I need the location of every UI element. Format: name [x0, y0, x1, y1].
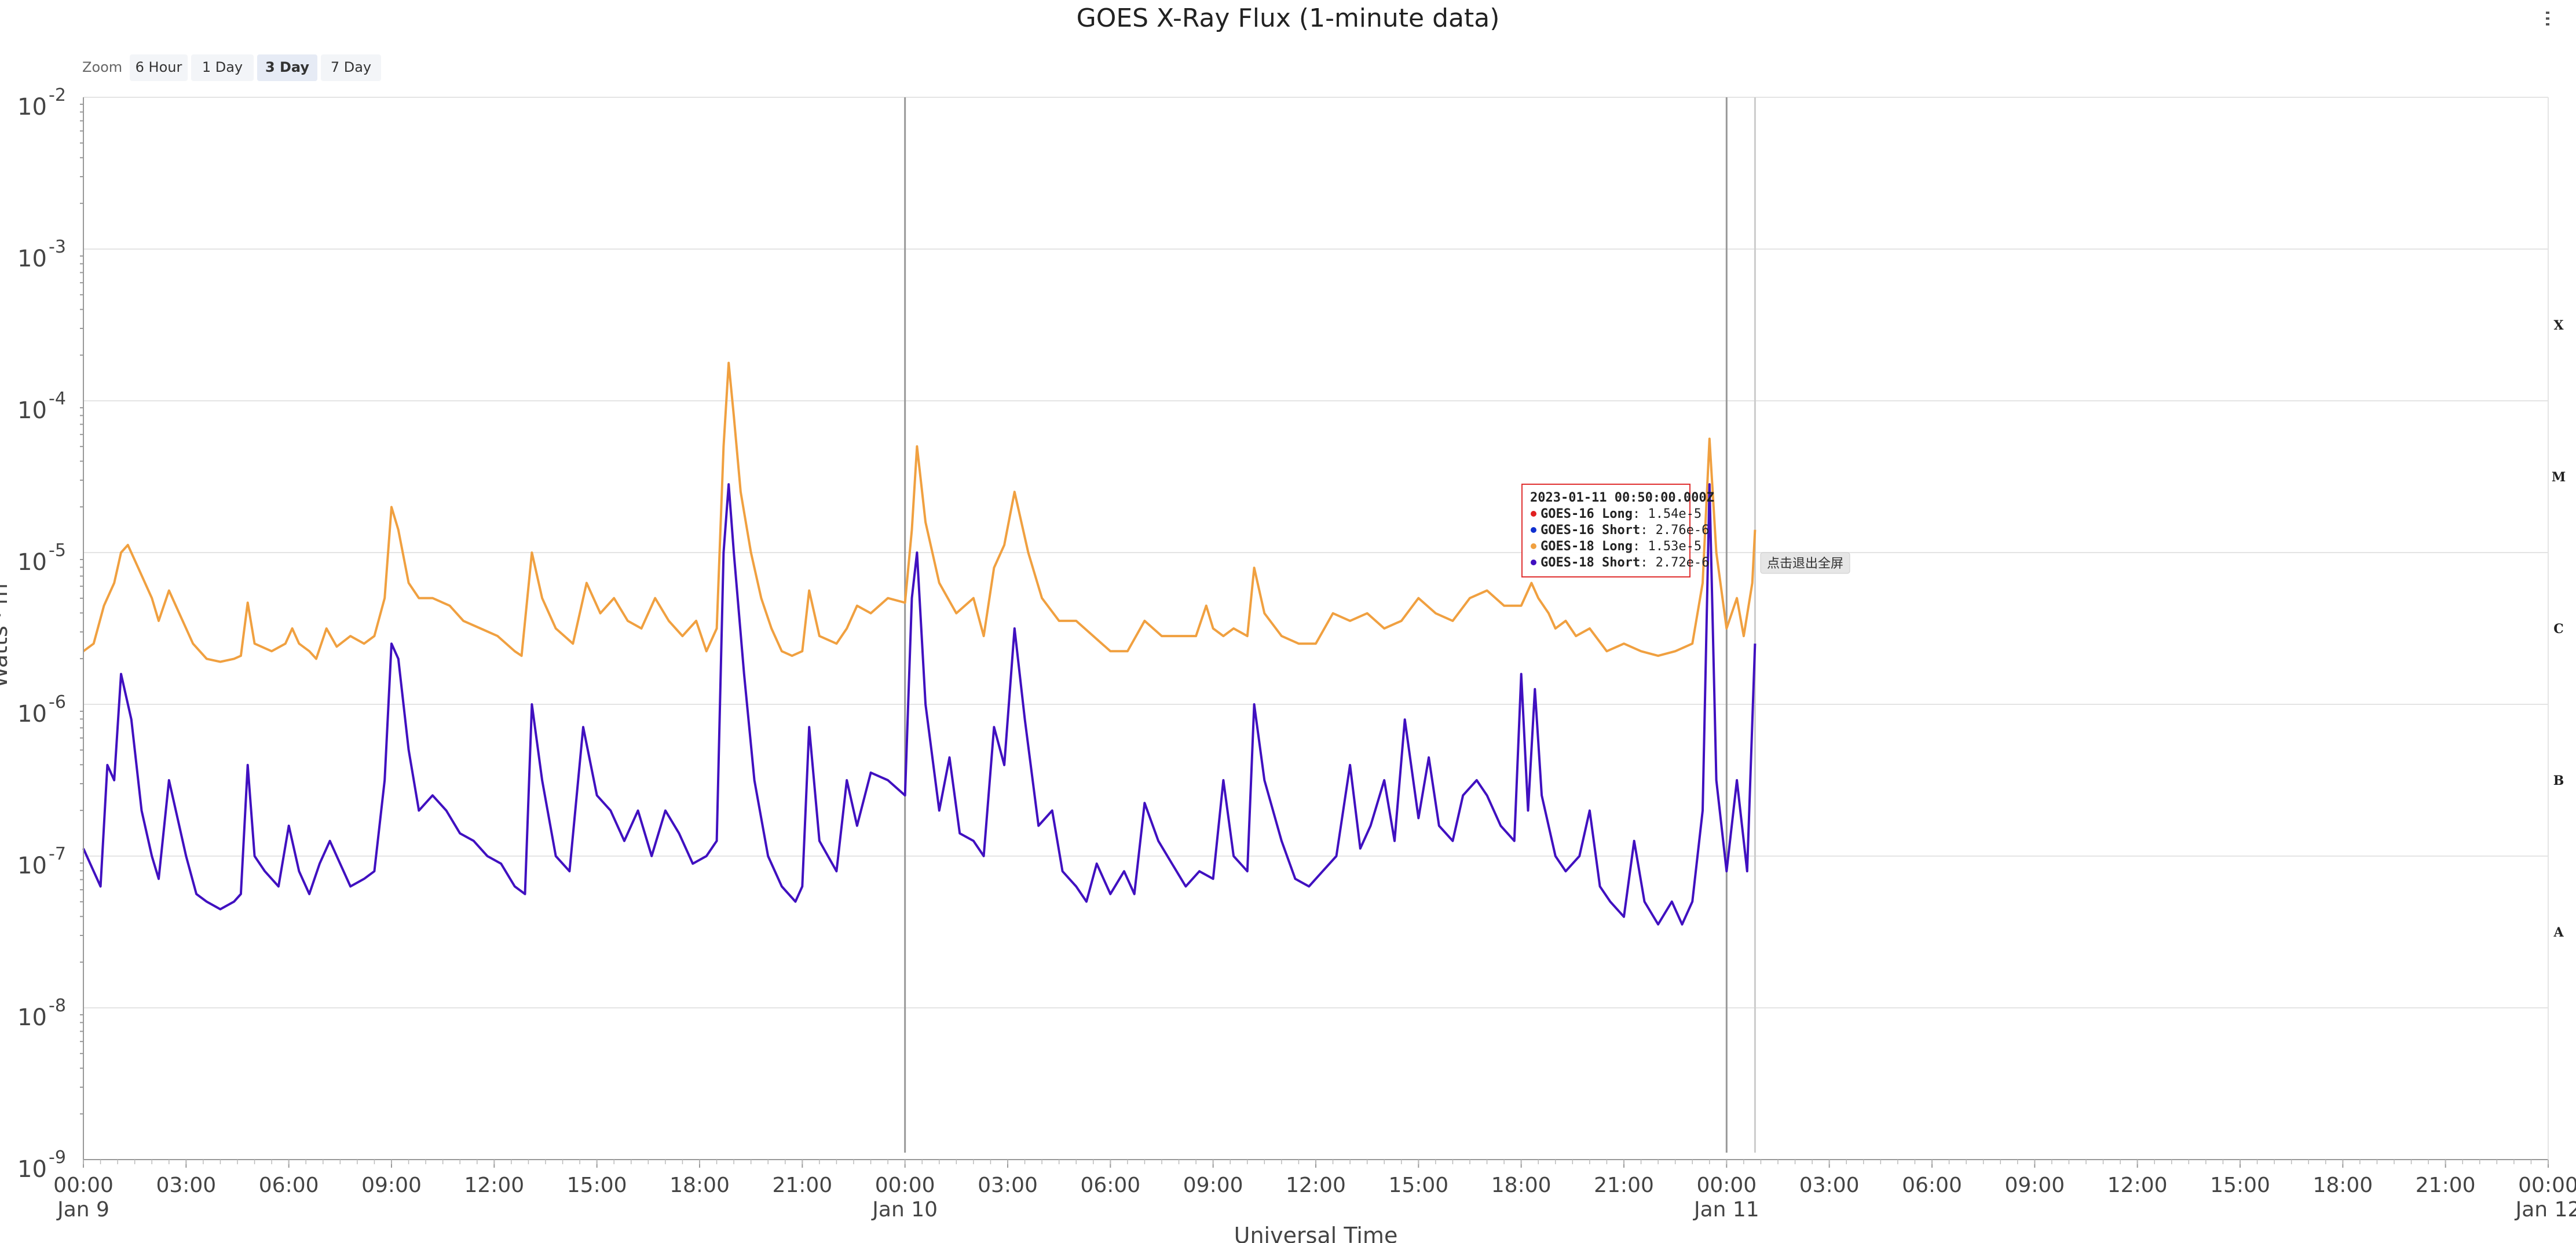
y-tick-label: 10 -3 [17, 237, 66, 272]
flare-class-c: C [2553, 622, 2564, 637]
x-tick-time: 03:00 [978, 1173, 1038, 1197]
zoom-button-1-day[interactable]: 1 Day [191, 54, 254, 81]
x-tick-time: 00:00 [53, 1173, 114, 1197]
x-tick-time: 00:00 [1696, 1173, 1757, 1197]
svg-text:-7: -7 [49, 844, 66, 864]
svg-text:-4: -4 [49, 389, 66, 409]
svg-text:-5: -5 [49, 540, 66, 561]
x-tick-date: Jan 10 [871, 1198, 938, 1222]
x-tick-time: 09:00 [361, 1173, 422, 1197]
exit-fullscreen-label: 点击退出全屏 [1767, 557, 1843, 571]
x-tick-time: 18:00 [669, 1173, 730, 1197]
x-tick-time: 21:00 [2416, 1173, 2476, 1197]
zoom-button-label: 6 Hour [136, 59, 182, 75]
exit-fullscreen-button[interactable]: 点击退出全屏 [1760, 552, 1850, 574]
menu-icon[interactable] [2546, 12, 2549, 25]
x-tick-time: 00:00 [875, 1173, 935, 1197]
x-axis-title: Universal Time [1234, 1223, 1398, 1243]
y-tick-label: 10 -6 [17, 692, 66, 727]
svg-text:10: 10 [17, 94, 47, 120]
svg-text:-6: -6 [49, 692, 66, 712]
svg-text:-9: -9 [49, 1147, 66, 1168]
tooltip-legend-dot [1531, 527, 1536, 533]
x-tick-time: 06:00 [1902, 1173, 1962, 1197]
tooltip-title: 2023-01-11 00:50:00.000Z [1530, 491, 1714, 505]
svg-text:10: 10 [17, 1004, 47, 1031]
x-tick-time: 06:00 [1080, 1173, 1140, 1197]
zoom-button-label: 1 Day [202, 59, 243, 75]
chart-tooltip: 2023-01-11 00:50:00.000Z GOES-16 Long: 1.… [1521, 484, 1714, 577]
tooltip-legend-dot [1531, 511, 1536, 517]
tooltip-entry: GOES-16 Short: 2.76e-6 [1541, 523, 1709, 538]
zoom-label: Zoom [82, 59, 122, 75]
x-tick-time: 12:00 [464, 1173, 524, 1197]
svg-text:10: 10 [17, 397, 47, 424]
x-tick-time: 12:00 [1286, 1173, 1346, 1197]
tooltip-legend-dot [1531, 560, 1536, 565]
y-tick-label: 10 -5 [17, 540, 66, 576]
x-tick-time: 03:00 [1799, 1173, 1860, 1197]
x-tick-date: Jan 9 [56, 1198, 109, 1222]
chart-title: GOES X-Ray Flux (1-minute data) [1077, 3, 1500, 33]
flare-class-x: X [2553, 318, 2564, 333]
zoom-button-label: 3 Day [265, 59, 309, 75]
y-tick-label: 10 -2 [17, 85, 66, 120]
x-tick-time: 18:00 [1491, 1173, 1552, 1197]
x-tick-date: Jan 12 [2515, 1198, 2576, 1222]
series-line-goes-18-long [82, 361, 1757, 663]
svg-text:-8: -8 [49, 996, 66, 1016]
x-tick-time: 06:00 [259, 1173, 319, 1197]
x-tick-date: Jan 11 [1693, 1198, 1759, 1222]
x-tick-time: 15:00 [1388, 1173, 1448, 1197]
svg-text:-2: -2 [49, 85, 66, 105]
x-tick-time: 21:00 [772, 1173, 832, 1197]
y-axis-title: Watts · m⁻² [0, 563, 12, 689]
flare-class-b: B [2553, 773, 2564, 788]
tooltip-entry: GOES-16 Long: 1.54e-5 [1541, 507, 1702, 521]
zoom-button-3-day[interactable]: 3 Day [257, 54, 317, 81]
xray-flux-chart: GOES X-Ray Flux (1-minute data) Zoom 6 H… [0, 3, 2576, 1243]
svg-text:10: 10 [17, 701, 47, 727]
x-tick-time: 15:00 [567, 1173, 627, 1197]
zoom-button-6-hour[interactable]: 6 Hour [130, 54, 188, 81]
zoom-button-label: 7 Day [331, 59, 371, 75]
svg-text:-3: -3 [49, 237, 66, 257]
y-tick-label: 10 -8 [17, 996, 66, 1031]
svg-text:10: 10 [17, 1156, 47, 1183]
y-tick-label: 10 -7 [17, 844, 66, 879]
x-tick-time: 00:00 [2518, 1173, 2576, 1197]
flare-class-a: A [2553, 925, 2564, 940]
x-tick-time: 09:00 [2004, 1173, 2065, 1197]
x-tick-time: 18:00 [2312, 1173, 2373, 1197]
x-tick-time: 21:00 [1594, 1173, 1654, 1197]
x-tick-time: 12:00 [2107, 1173, 2168, 1197]
x-tick-time: 15:00 [2210, 1173, 2270, 1197]
y-tick-label: 10 -4 [17, 389, 66, 424]
svg-text:10: 10 [17, 246, 47, 272]
zoom-button-7-day[interactable]: 7 Day [321, 54, 381, 81]
tooltip-legend-dot [1531, 543, 1536, 549]
tooltip-entry: GOES-18 Short: 2.72e-6 [1541, 555, 1709, 570]
flare-class-m: M [2552, 470, 2566, 485]
svg-text:10: 10 [17, 853, 47, 879]
svg-text:10: 10 [17, 549, 47, 576]
x-tick-time: 09:00 [1183, 1173, 1243, 1197]
x-tick-time: 03:00 [156, 1173, 216, 1197]
tooltip-entry: GOES-18 Long: 1.53e-5 [1541, 539, 1702, 554]
